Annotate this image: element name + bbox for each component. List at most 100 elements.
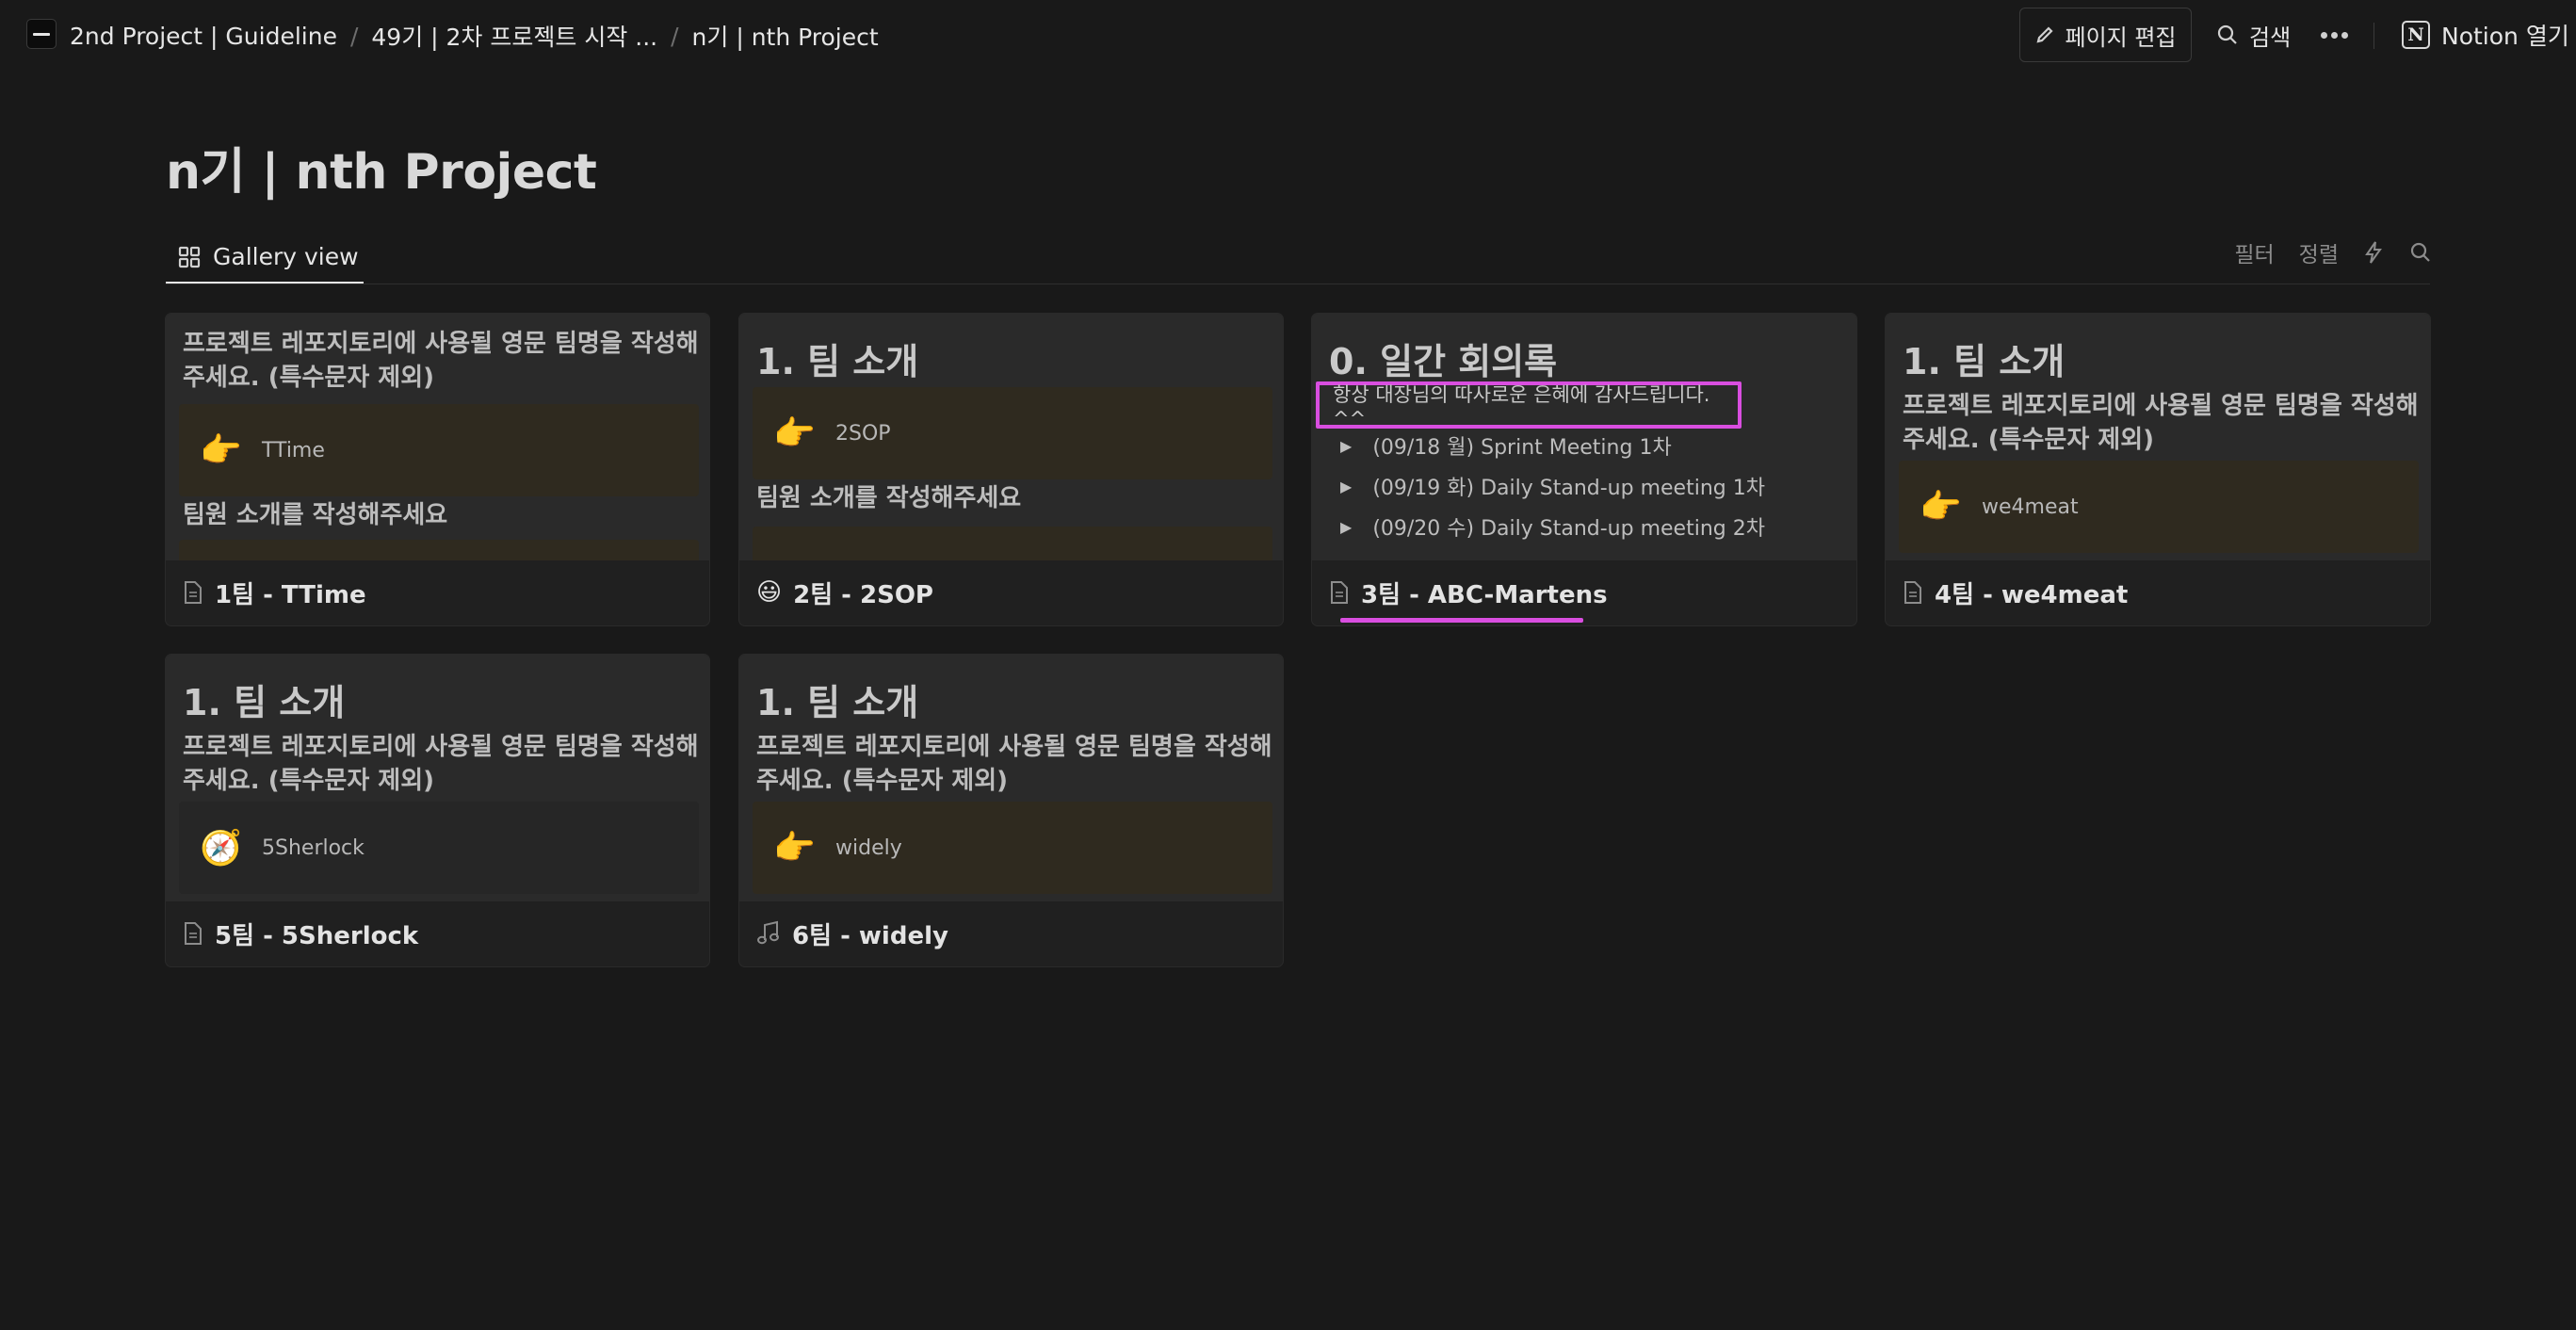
workspace-logo-icon[interactable] — [26, 19, 57, 49]
highlighted-quote: 항상 대장님의 따사로운 은혜에 감사드립니다. ^^ — [1316, 381, 1742, 430]
gallery-grid-icon — [178, 246, 201, 268]
card-preview: 프로젝트 레포지토리에 사용될 영문 팀명을 작성해주세요. (특수문자 제외)… — [166, 314, 709, 560]
pointing-hand-icon: 👉 — [773, 414, 816, 453]
breadcrumb: 2nd Project | Guideline / 49기 | 2차 프로젝트 … — [68, 19, 881, 53]
card-title-text: 4팀 - we4meat — [1935, 580, 2129, 609]
callout-text: 2SOP — [835, 421, 891, 446]
card-title: 4팀 - we4meat — [1903, 560, 2128, 624]
card-title-text: 1팀 - TTime — [215, 580, 366, 609]
breadcrumb-item-current[interactable]: n기 | nth Project — [690, 19, 881, 53]
preview-paragraph: 프로젝트 레포지토리에 사용될 영문 팀명을 작성해주세요. (특수문자 제외) — [1903, 392, 2419, 454]
pencil-icon — [2036, 26, 2054, 43]
card-title: 😃 2팀 - 2SOP — [756, 560, 933, 624]
preview-heading: 1. 팀 소개 — [183, 682, 346, 723]
toggle-text: (09/20 수) Daily Stand-up meeting 2차 — [1372, 517, 1765, 541]
callout-text: widely — [835, 835, 902, 860]
top-bar: 2nd Project | Guideline / 49기 | 2차 프로젝트 … — [0, 0, 2576, 72]
breadcrumb-separator: / — [671, 22, 679, 50]
callout-block: 🧭 5Sherlock — [179, 802, 699, 894]
search-icon — [2217, 24, 2237, 44]
search-icon[interactable] — [2408, 240, 2433, 265]
card-preview: 1. 팀 소개 프로젝트 레포지토리에 사용될 영문 팀명을 작성해주세요. (… — [166, 655, 709, 901]
card-preview: 1. 팀 소개 프로젝트 레포지토리에 사용될 영문 팀명을 작성해주세요. (… — [739, 655, 1283, 901]
toggle-item[interactable]: ▶ (09/19 화) Daily Stand-up meeting 1차 — [1340, 469, 1765, 503]
view-tools: 필터 정렬 — [2234, 234, 2433, 271]
card-title: 5팀 - 5Sherlock — [183, 901, 418, 965]
gallery-card[interactable]: 0. 일간 회의록 항상 대장님의 따사로운 은혜에 감사드립니다. ^^ ▶ … — [1312, 314, 1856, 625]
callout-text: 5Sherlock — [262, 835, 365, 860]
preview-paragraph: 팀원 소개를 작성해주세요 — [183, 501, 448, 529]
card-title-text: 6팀 - widely — [792, 921, 948, 950]
preview-paragraph: 팀원 소개를 작성해주세요 — [756, 484, 1022, 512]
toggle-text: (09/19 화) Daily Stand-up meeting 1차 — [1372, 477, 1765, 500]
sort-button[interactable]: 정렬 — [2299, 236, 2339, 268]
pointing-hand-icon: 👉 — [773, 829, 816, 868]
open-notion-label: Notion 열기 — [2441, 23, 2569, 50]
toggle-triangle-icon: ▶ — [1340, 436, 1353, 455]
gallery-card[interactable]: 1. 팀 소개 프로젝트 레포지토리에 사용될 영문 팀명을 작성해주세요. (… — [1886, 314, 2430, 625]
callout-block: 👉 TTime — [179, 404, 699, 496]
card-title: 3팀 - ABC-Martens — [1329, 560, 1608, 624]
preview-heading: 0. 일간 회의록 — [1329, 341, 1558, 382]
dot — [2330, 31, 2338, 39]
preview-paragraph: 프로젝트 레포지토리에 사용될 영문 팀명을 작성해주세요. (특수문자 제외) — [183, 733, 699, 795]
breadcrumb-item-49th[interactable]: 49기 | 2차 프로젝트 시작 ... — [369, 19, 659, 53]
card-title: 6팀 - widely — [756, 901, 948, 965]
callout-text: TTime — [262, 438, 325, 462]
toggle-item[interactable]: ▶ (09/18 월) Sprint Meeting 1차 — [1340, 429, 1672, 462]
preview-heading: 1. 팀 소개 — [756, 682, 919, 723]
card-title-text: 2팀 - 2SOP — [793, 580, 933, 609]
annotation-underline — [1340, 618, 1583, 623]
music-note-icon — [757, 920, 779, 945]
page-icon — [185, 581, 202, 604]
callout-block-peek — [753, 527, 1272, 560]
card-title: 1팀 - TTime — [183, 560, 366, 624]
page-icon — [1331, 581, 1348, 604]
gallery-card[interactable]: 1. 팀 소개 프로젝트 레포지토리에 사용될 영문 팀명을 작성해주세요. (… — [739, 655, 1283, 966]
page-icon — [1904, 581, 1921, 604]
compass-icon: 🧭 — [200, 829, 242, 868]
pointing-hand-icon: 👉 — [1920, 488, 1962, 527]
edit-page-button[interactable]: 페이지 편집 — [2019, 8, 2192, 62]
dot — [2320, 31, 2327, 39]
breadcrumb-separator: / — [349, 22, 359, 50]
filter-button[interactable]: 필터 — [2234, 236, 2274, 268]
more-options-button[interactable] — [2313, 13, 2355, 57]
toggle-item[interactable]: ▶ (09/20 수) Daily Stand-up meeting 2차 — [1340, 510, 1765, 543]
preview-paragraph: 프로젝트 레포지토리에 사용될 영문 팀명을 작성해주세요. (특수문자 제외) — [183, 330, 699, 392]
toggle-text: (09/18 월) Sprint Meeting 1차 — [1372, 436, 1672, 460]
card-preview: 0. 일간 회의록 항상 대장님의 따사로운 은혜에 감사드립니다. ^^ ▶ … — [1312, 314, 1856, 560]
edit-page-label: 페이지 편집 — [2065, 24, 2177, 51]
smiley-icon: 😃 — [756, 578, 783, 607]
lightning-icon[interactable] — [2363, 240, 2384, 265]
page-icon — [185, 922, 202, 945]
preview-heading: 1. 팀 소개 — [756, 341, 919, 382]
gallery-card[interactable]: 프로젝트 레포지토리에 사용될 영문 팀명을 작성해주세요. (특수문자 제외)… — [166, 314, 709, 625]
dot — [2341, 31, 2348, 39]
tab-gallery-view[interactable]: Gallery view — [166, 232, 364, 284]
divider — [2373, 23, 2374, 49]
search-label: 검색 — [2249, 24, 2292, 51]
callout-block: 👉 2SOP — [753, 387, 1272, 479]
preview-heading: 1. 팀 소개 — [1903, 341, 2066, 382]
breadcrumb-item-guideline[interactable]: 2nd Project | Guideline — [68, 23, 339, 50]
gallery-card[interactable]: 1. 팀 소개 프로젝트 레포지토리에 사용될 영문 팀명을 작성해주세요. (… — [166, 655, 709, 966]
page-title: n기 | nth Project — [166, 144, 597, 201]
card-preview: 1. 팀 소개 프로젝트 레포지토리에 사용될 영문 팀명을 작성해주세요. (… — [1886, 314, 2430, 560]
notion-logo-icon: N — [2402, 21, 2430, 49]
callout-text: we4meat — [1982, 495, 2079, 519]
gallery-card[interactable]: 1. 팀 소개 👉 2SOP 팀원 소개를 작성해주세요 😃 2팀 - 2SOP — [739, 314, 1283, 625]
card-title-text: 5팀 - 5Sherlock — [215, 921, 419, 950]
search-button[interactable]: 검색 — [2215, 13, 2291, 57]
tab-label: Gallery view — [213, 243, 359, 270]
callout-block: 👉 we4meat — [1899, 461, 2419, 553]
preview-paragraph: 프로젝트 레포지토리에 사용될 영문 팀명을 작성해주세요. (특수문자 제외) — [756, 733, 1272, 795]
callout-block-peek — [179, 540, 699, 560]
card-title-text: 3팀 - ABC-Martens — [1361, 580, 1608, 609]
card-preview: 1. 팀 소개 👉 2SOP 팀원 소개를 작성해주세요 — [739, 314, 1283, 560]
toggle-triangle-icon: ▶ — [1340, 477, 1353, 495]
open-notion-button[interactable]: N Notion 열기 — [2402, 13, 2569, 57]
toggle-triangle-icon: ▶ — [1340, 517, 1353, 536]
pointing-hand-icon: 👉 — [200, 431, 242, 470]
callout-block: 👉 widely — [753, 802, 1272, 894]
